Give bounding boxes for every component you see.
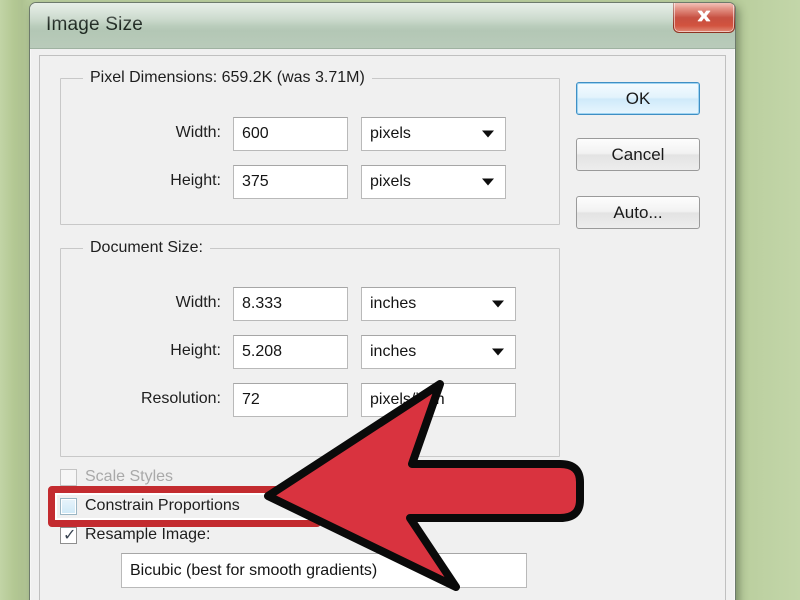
document-size-group: Document Size: Width: 8.333 inches Heigh…	[60, 239, 560, 457]
resample-image-checkbox-row[interactable]: ✓ Resample Image:	[60, 522, 210, 548]
pixel-height-label: Height:	[170, 172, 221, 189]
doc-height-row: Height: 5.208 inches	[61, 335, 559, 369]
doc-width-label: Width:	[175, 294, 221, 311]
ok-button[interactable]: OK	[576, 82, 700, 115]
checkmark-icon: ✓	[63, 524, 77, 544]
resample-method-select[interactable]: Bicubic (best for smooth gradients)	[121, 553, 527, 588]
dialog-titlebar[interactable]: Image Size	[30, 3, 735, 49]
scale-styles-checkbox-row[interactable]: Scale Styles	[60, 464, 173, 490]
pixel-width-label: Width:	[175, 124, 221, 141]
doc-resolution-input[interactable]: 72	[233, 383, 348, 417]
resample-method-value: Bicubic (best for smooth gradients)	[130, 561, 378, 579]
resample-image-label: Resample Image:	[85, 526, 211, 543]
dialog-client-area: Pixel Dimensions: 659.2K (was 3.71M) Wid…	[39, 55, 726, 600]
scale-styles-label: Scale Styles	[85, 468, 174, 485]
constrain-proportions-checkbox[interactable]	[60, 497, 77, 515]
chevron-down-icon	[482, 130, 494, 138]
scale-styles-checkbox[interactable]	[60, 468, 77, 486]
chevron-down-icon	[492, 300, 504, 308]
doc-resolution-unit-select[interactable]: pixels/inch	[361, 383, 516, 417]
doc-resolution-label: Resolution:	[140, 390, 221, 407]
close-button[interactable]	[673, 3, 735, 33]
pixel-width-unit-select[interactable]: pixels	[361, 117, 506, 151]
document-size-legend: Document Size:	[83, 239, 210, 257]
doc-width-input[interactable]: 8.333	[233, 287, 348, 321]
doc-width-unit-select[interactable]: inches	[361, 287, 516, 321]
pixel-width-input[interactable]: 600	[233, 117, 348, 151]
doc-height-unit-value: inches	[370, 343, 417, 360]
pixel-width-unit-value: pixels	[370, 125, 411, 142]
constrain-proportions-checkbox-row[interactable]: Constrain Proportions	[60, 493, 240, 519]
pixel-height-unit-value: pixels	[370, 173, 411, 190]
chevron-down-icon	[492, 348, 504, 356]
auto-button[interactable]: Auto...	[576, 196, 700, 229]
constrain-proportions-label: Constrain Proportions	[85, 497, 240, 514]
pixel-height-unit-select[interactable]: pixels	[361, 165, 506, 199]
dialog-title: Image Size	[46, 14, 144, 35]
chevron-down-icon	[482, 178, 494, 186]
doc-width-unit-value: inches	[370, 295, 417, 312]
doc-height-unit-select[interactable]: inches	[361, 335, 516, 369]
pixel-height-input[interactable]: 375	[233, 165, 348, 199]
pixel-width-row: Width: 600 pixels	[61, 117, 559, 151]
pixel-dimensions-group: Pixel Dimensions: 659.2K (was 3.71M) Wid…	[60, 69, 560, 225]
doc-width-row: Width: 8.333 inches	[61, 287, 559, 321]
doc-resolution-row: Resolution: 72 pixels/inch	[61, 383, 559, 417]
doc-height-input[interactable]: 5.208	[233, 335, 348, 369]
pixel-dimensions-legend: Pixel Dimensions: 659.2K (was 3.71M)	[83, 69, 372, 87]
pixel-height-row: Height: 375 pixels	[61, 165, 559, 199]
cancel-button[interactable]: Cancel	[576, 138, 700, 171]
close-x-icon	[694, 9, 714, 25]
doc-resolution-unit-value: pixels/inch	[370, 391, 445, 408]
resample-image-checkbox[interactable]: ✓	[60, 524, 77, 544]
image-size-dialog: Image Size Pixel Dimensions: 659.2K (was…	[29, 2, 736, 600]
doc-height-label: Height:	[170, 342, 221, 359]
